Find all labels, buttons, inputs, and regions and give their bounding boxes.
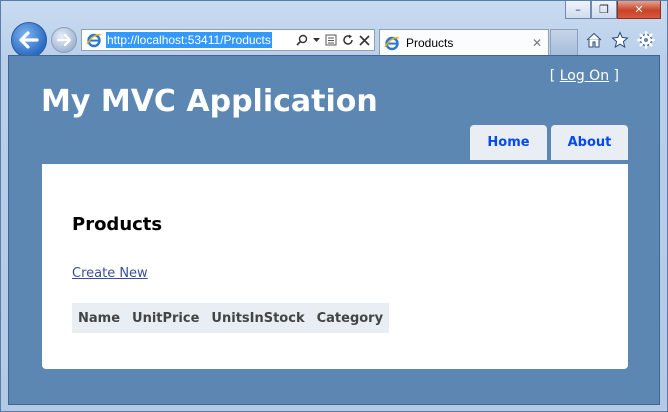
page-heading: Products: [72, 214, 163, 235]
tab-close-icon[interactable]: ✕: [532, 36, 542, 50]
column-header-category: Category: [316, 310, 384, 326]
compatibility-view-icon[interactable]: [325, 34, 337, 46]
menu-tab-about[interactable]: About: [551, 125, 628, 160]
minimize-button[interactable]: –: [565, 1, 591, 19]
create-new-link[interactable]: Create New: [72, 266, 148, 281]
stop-icon[interactable]: [359, 34, 370, 46]
refresh-icon[interactable]: [342, 34, 354, 46]
login-bracket-close: ]: [609, 68, 619, 84]
forward-arrow-icon: [57, 34, 71, 46]
forward-button[interactable]: [51, 27, 77, 53]
column-header-name: Name: [78, 310, 121, 326]
browser-tab-products[interactable]: Products ✕: [379, 29, 549, 55]
log-on-link[interactable]: Log On: [560, 68, 609, 84]
home-icon[interactable]: [585, 31, 603, 49]
page-viewport: [ Log On ] My MVC Application Home About…: [8, 55, 660, 405]
dropdown-icon[interactable]: [313, 37, 320, 43]
address-url[interactable]: http://localhost:53411/Products: [106, 32, 272, 48]
products-table: Name UnitPrice UnitsInStock Category: [72, 303, 390, 333]
address-bar[interactable]: http://localhost:53411/Products: [81, 29, 375, 51]
browser-window: – ❐ ✕ http://localhost:53411/Products Pr…: [0, 0, 668, 412]
favorites-star-icon[interactable]: [611, 31, 629, 49]
column-header-unitprice: UnitPrice: [132, 310, 200, 326]
main-content: Products Create New Name UnitPrice Units…: [42, 164, 628, 369]
column-header-unitsinstock: UnitsInStock: [211, 310, 305, 326]
new-tab-button[interactable]: [550, 29, 578, 55]
close-window-button[interactable]: ✕: [617, 1, 661, 19]
table-header-row: Name UnitPrice UnitsInStock Category: [72, 303, 389, 333]
menu-tab-home[interactable]: Home: [470, 125, 547, 160]
gear-icon[interactable]: [637, 31, 655, 49]
main-menu: Home About: [470, 125, 628, 160]
maximize-button[interactable]: ❐: [591, 1, 617, 19]
back-arrow-icon: [19, 31, 39, 49]
back-button[interactable]: [11, 22, 47, 58]
tab-title: Products: [406, 35, 454, 50]
login-bracket-open: [: [549, 68, 560, 84]
browser-toolbar-icons: [585, 31, 655, 49]
site-title: My MVC Application: [41, 84, 378, 119]
login-display: [ Log On ]: [550, 68, 619, 84]
ie-logo-icon: [86, 32, 102, 48]
ie-logo-icon: [384, 35, 400, 51]
search-icon[interactable]: [296, 34, 308, 46]
window-caption-buttons: – ❐ ✕: [565, 1, 661, 19]
